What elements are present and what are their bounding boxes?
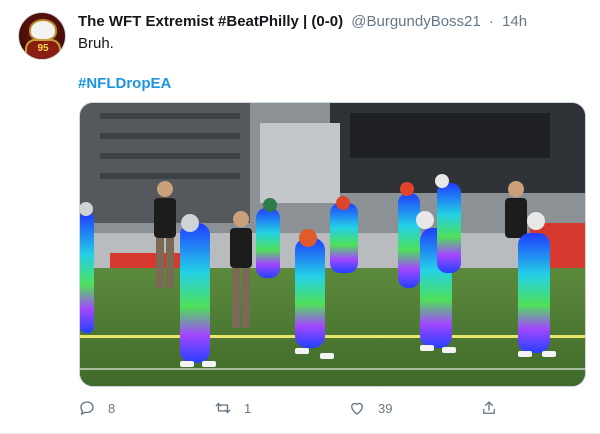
tweet-media-image[interactable] <box>79 102 586 387</box>
tweet-card[interactable]: 95 The WFT Extremist #BeatPhilly | (0-0)… <box>0 0 600 434</box>
hashtag-link[interactable]: #NFLDropEA <box>78 74 171 94</box>
stadium-scene <box>80 103 585 386</box>
avatar-jersey-number: 95 <box>37 43 49 54</box>
retweet-count: 1 <box>244 400 252 416</box>
retweet-button[interactable]: 1 <box>214 396 251 420</box>
reply-count: 8 <box>108 400 116 416</box>
like-count: 39 <box>378 400 393 416</box>
tweet-time[interactable]: 14h <box>502 13 527 30</box>
avatar[interactable]: 95 <box>18 12 66 60</box>
heart-icon <box>351 402 363 415</box>
separator-dot: · <box>488 13 494 30</box>
user-handle[interactable]: @BurgundyBoss21 <box>351 13 480 30</box>
reply-icon <box>80 401 94 416</box>
tweet-actions: 8 1 39 <box>78 396 518 420</box>
share-icon <box>483 401 495 414</box>
like-button[interactable]: 39 <box>348 396 392 420</box>
avatar-helmet <box>29 19 57 41</box>
tweet-header: The WFT Extremist #BeatPhilly | (0-0) @B… <box>78 12 527 32</box>
display-name[interactable]: The WFT Extremist #BeatPhilly | (0-0) <box>78 13 343 30</box>
tweet-text: Bruh. <box>78 35 114 52</box>
retweet-icon <box>215 402 231 414</box>
share-button[interactable] <box>480 396 498 420</box>
reply-button[interactable]: 8 <box>78 396 115 420</box>
